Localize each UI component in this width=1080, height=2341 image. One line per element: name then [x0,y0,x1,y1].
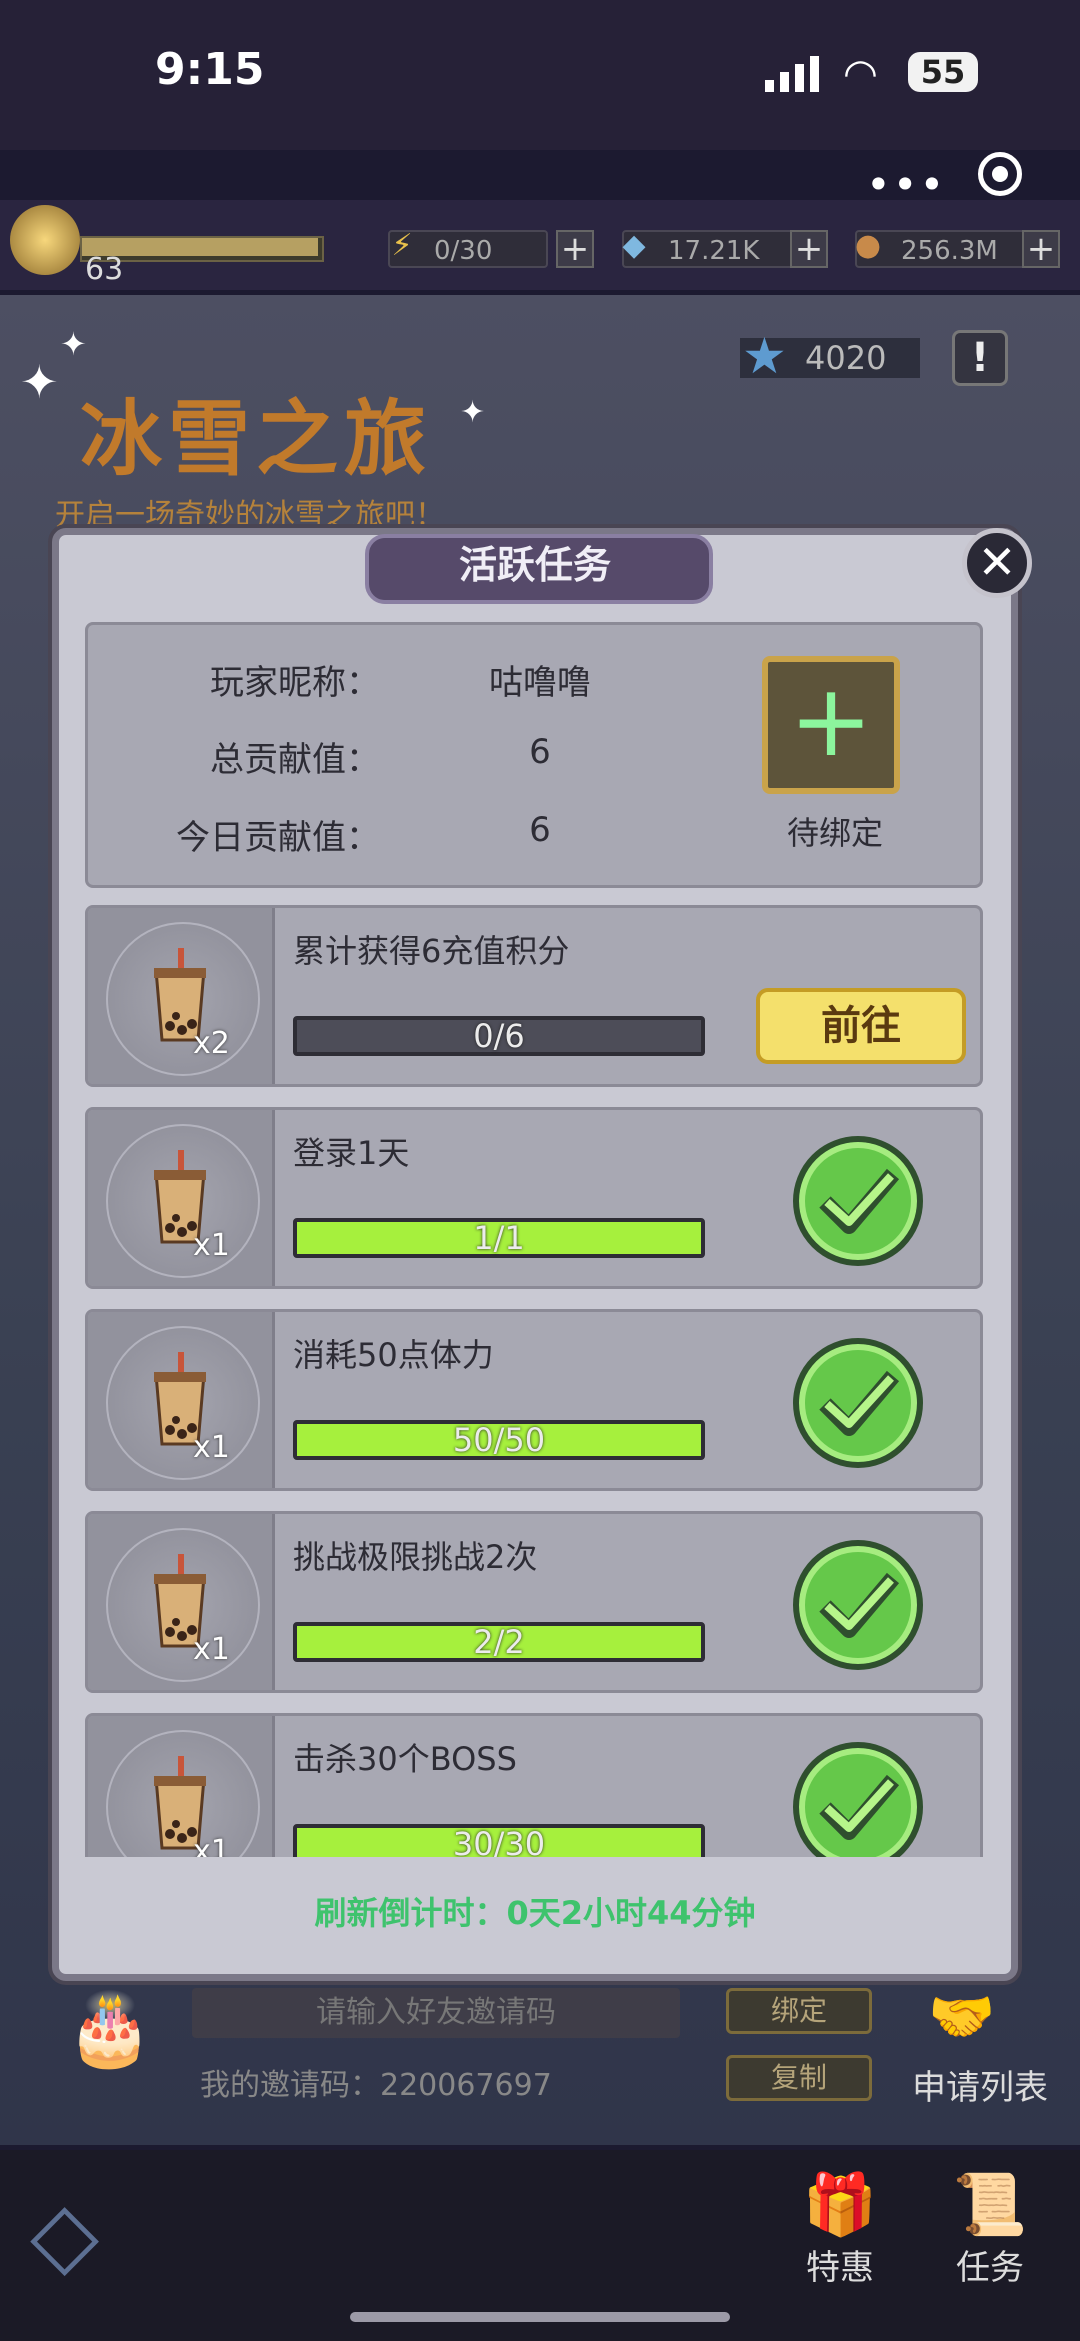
task-progress-text: 1/1 [473,1219,525,1257]
reward-icon-box: x1 [88,1514,275,1690]
completed-check-icon [793,1540,923,1670]
bind-status-label: 待绑定 [786,814,883,852]
reward-quantity: x1 [193,1228,230,1263]
add-coins-button[interactable]: + [1022,230,1060,268]
task-progress-bar: 2/2 [293,1622,705,1662]
total-contribution-label: 总贡献值： [210,740,380,780]
modal-title: 活跃任务 [458,543,611,587]
star-icon: ★ [742,327,787,385]
add-gems-button[interactable]: + [790,230,828,268]
diamond-icon: ◆ [622,228,646,263]
coin-icon: ● [854,228,882,263]
task-name: 挑战极限挑战2次 [293,1538,538,1576]
bind-button[interactable]: 绑定 [726,1988,872,2034]
reward-quantity: x1 [193,1632,230,1667]
status-time: 9:15 [155,44,265,95]
task-row: x2 累计获得6充值积分 0/6 前往 [85,905,983,1087]
reward-quantity: x1 [193,1430,230,1465]
nickname-label: 玩家昵称： [210,663,380,703]
task-list[interactable]: x2 累计获得6充值积分 0/6 前往 x1 登录1天 1/1 x1 消耗50点… [85,905,983,1857]
sparkle-icon: ✦ [60,325,87,363]
completed-check-icon [793,1136,923,1266]
task-name: 消耗50点体力 [293,1336,494,1374]
reward-icon-box: x2 [88,908,275,1084]
refresh-countdown: 刷新倒计时：0天2小时44分钟 [314,1894,756,1932]
cake-icon: 🎂 [66,1988,154,2070]
task-row: x1 消耗50点体力 50/50 [85,1309,983,1491]
task-progress-text: 30/30 [452,1825,546,1857]
sparkle-icon: ✦ [460,395,486,430]
reward-quantity: x1 [193,1834,230,1857]
handshake-icon[interactable]: 🤝 [924,1985,1000,2055]
gift-icon: 🎁 [802,2170,878,2240]
bind-slot-button[interactable]: + [762,656,900,794]
task-progress-bar: 50/50 [293,1420,705,1460]
info-button[interactable]: ! [952,330,1008,386]
completed-check-icon [793,1742,923,1857]
player-level: 63 [85,252,124,287]
task-progress-text: 0/6 [473,1017,525,1055]
battery-icon: 55 [908,52,978,92]
scroll-icon: 📜 [952,2170,1028,2240]
wifi-icon: ◠ [843,51,878,97]
reward-icon-box: x1 [88,1312,275,1488]
close-button[interactable]: ✕ [962,528,1032,598]
lightning-icon: ⚡ [391,228,413,263]
nav-tasks-label: 任务 [956,2248,1024,2288]
today-contribution-value: 6 [529,810,551,850]
task-progress-text: 2/2 [473,1623,525,1661]
close-miniprogram-icon[interactable] [978,152,1022,196]
task-name: 累计获得6充值积分 [293,932,570,970]
nav-tasks[interactable]: 📜 任务 [945,2170,1035,2289]
nickname-value: 咕噜噜 [489,663,591,703]
go-button[interactable]: 前往 [756,988,966,1064]
copy-button[interactable]: 复制 [726,2055,872,2101]
cellular-signal-icon [765,56,819,92]
task-row: x1 击杀30个BOSS 30/30 [85,1713,983,1857]
task-progress-bar: 30/30 [293,1824,705,1857]
reward-quantity: x2 [193,1026,230,1061]
task-progress-text: 50/50 [452,1421,546,1459]
reward-icon-box: x1 [88,1110,275,1286]
reward-icon-box: x1 [88,1716,275,1857]
nav-special-label: 特惠 [806,2248,874,2288]
task-row: x1 登录1天 1/1 [85,1107,983,1289]
completed-check-icon [793,1338,923,1468]
task-name: 击杀30个BOSS [293,1740,517,1778]
total-contribution-value: 6 [529,732,551,772]
task-progress-bar: 1/1 [293,1218,705,1258]
sparkle-icon: ✦ [20,355,59,409]
task-row: x1 挑战极限挑战2次 2/2 [85,1511,983,1693]
my-invite-code: 我的邀请码：220067697 [200,2068,552,2103]
apply-list-button[interactable]: 申请列表 [912,2060,1048,2109]
add-energy-button[interactable]: + [556,230,594,268]
event-title: 冰雪之旅 [80,392,433,487]
task-progress-bar: 0/6 [293,1016,705,1056]
back-icon[interactable]: ◇ [30,2190,160,2280]
level-emblem-icon[interactable] [10,205,80,275]
nav-special[interactable]: 🎁 特惠 [795,2170,885,2289]
invite-code-input[interactable]: 请输入好友邀请码 [192,1988,680,2038]
today-contribution-label: 今日贡献值： [176,818,380,858]
task-name: 登录1天 [293,1134,410,1172]
home-indicator [350,2312,730,2322]
